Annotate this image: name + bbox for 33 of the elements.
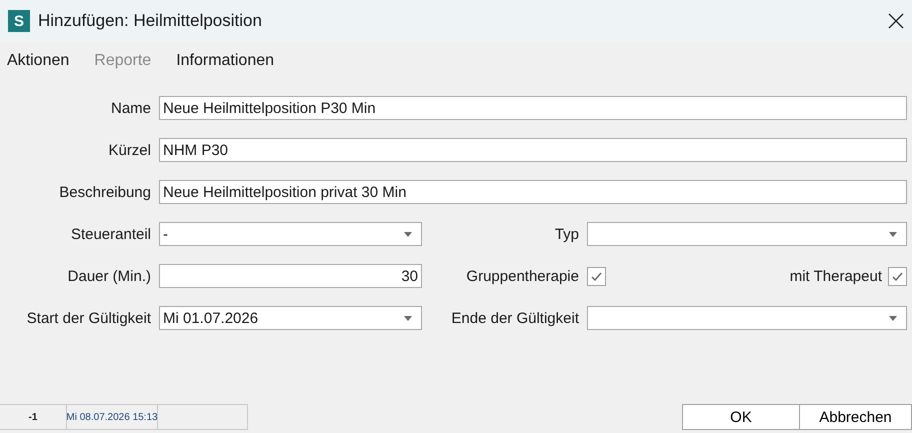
- field-label: Start der Gültigkeit: [26, 310, 151, 326]
- menu-item[interactable]: Aktionen: [7, 52, 70, 70]
- field-label: mit Therapeut: [790, 268, 882, 284]
- menu-item[interactable]: Informationen: [176, 52, 274, 70]
- app-icon: S: [8, 10, 30, 32]
- dropdown-arrow-icon[interactable]: [404, 232, 412, 236]
- dropdown-arrow-icon[interactable]: [404, 316, 412, 320]
- field-label: Name: [110, 100, 151, 116]
- text-field[interactable]: Neue Heilmittelposition P30 Min: [159, 96, 907, 120]
- dropdown-arrow-icon[interactable]: [889, 316, 897, 320]
- close-icon[interactable]: [888, 13, 904, 29]
- field-label: Steueranteil: [70, 226, 151, 242]
- field-label: Gruppentherapie: [465, 268, 579, 284]
- dialog-button[interactable]: OK: [682, 404, 800, 430]
- dropdown-field[interactable]: -: [159, 222, 422, 246]
- dialog-button[interactable]: Abbrechen: [800, 404, 912, 430]
- dropdown-field[interactable]: [587, 222, 907, 246]
- text-field[interactable]: Neue Heilmittelposition privat 30 Min: [159, 180, 907, 204]
- status-cell: Mi 08.07.2026 15:13: [67, 404, 158, 430]
- field-label: Ende der Gültigkeit: [450, 310, 579, 326]
- checkbox[interactable]: [888, 266, 907, 286]
- dropdown-field[interactable]: [587, 306, 907, 330]
- field-label: Beschreibung: [58, 184, 151, 200]
- text-field[interactable]: NHM P30: [159, 138, 907, 162]
- dropdown-field[interactable]: Mi 01.07.2026: [159, 306, 422, 330]
- checkbox[interactable]: [587, 266, 606, 286]
- window-title: Hinzufügen: Heilmittelposition: [38, 11, 263, 31]
- number-field[interactable]: 30: [159, 264, 422, 288]
- field-label: Typ: [554, 226, 579, 242]
- dropdown-arrow-icon[interactable]: [889, 232, 897, 236]
- field-label: Kürzel: [107, 142, 151, 158]
- field-label: Dauer (Min.): [66, 268, 151, 284]
- status-cell: -1: [0, 404, 67, 430]
